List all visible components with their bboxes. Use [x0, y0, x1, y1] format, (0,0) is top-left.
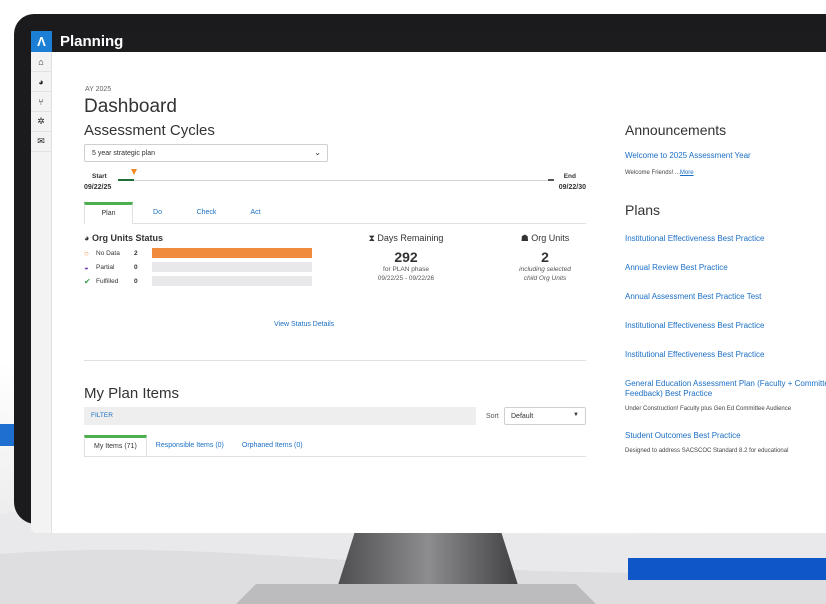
tab-act[interactable]: Act	[231, 202, 280, 223]
org-chart-icon: ☗	[520, 233, 529, 243]
phase-tabs: Plan Do Check Act	[84, 202, 586, 224]
sort-select-value: Default	[511, 413, 534, 420]
filter-bar[interactable]: FILTER	[84, 407, 476, 425]
plans-heading: Plans	[625, 202, 661, 218]
dashboard-gauge-icon: ◕	[84, 233, 90, 243]
timeline-progress	[118, 179, 134, 181]
view-status-details-link[interactable]: View Status Details	[274, 321, 334, 328]
main-content: AY 2025 Dashboard Assessment Cycles 5 ye…	[52, 52, 826, 533]
status-bar	[152, 248, 312, 258]
home-icon[interactable]: ⌂	[31, 52, 51, 72]
plan-link[interactable]: Institutional Effectiveness Best Practic…	[625, 234, 826, 244]
timeline-current-marker	[131, 169, 137, 175]
chevron-down-icon: ⌄	[314, 148, 321, 157]
timeline-end-cap	[548, 179, 554, 181]
announcement-link[interactable]: Welcome to 2025 Assessment Year	[625, 151, 826, 161]
left-accent-bar	[0, 424, 14, 446]
timeline-start-date: 09/22/25	[84, 184, 112, 191]
status-label: Fulfilled	[96, 277, 119, 285]
plan-description: Designed to address SACSCOC Standard 8.2…	[625, 448, 789, 454]
cycle-timeline: Start 09/22/25 End 09/22/30	[84, 169, 586, 200]
days-remaining-card: ⧗ Days Remaining 292 for PLAN phase 09/2…	[355, 233, 457, 283]
plan-link[interactable]: General Education Assessment Plan (Facul…	[625, 379, 826, 399]
status-count: 0	[134, 277, 138, 285]
org-units-status: ◕ Org Units Status ○ No Data 2 ◒ Partial…	[84, 233, 324, 288]
org-units-card: ☗ Org Units 2 including selected child O…	[500, 233, 590, 283]
promo-blue-bar	[628, 558, 826, 580]
timeline-start-label: Start	[92, 173, 107, 180]
cycle-select-value: 5 year strategic plan	[92, 149, 156, 157]
announcement-text: Welcome Friends! ...More	[625, 170, 694, 176]
half-circle-icon: ◒	[84, 262, 89, 272]
days-remaining-range: 09/22/25 - 09/22/26	[377, 275, 435, 282]
sort-label: Sort	[486, 413, 499, 420]
tab-plan[interactable]: Plan	[84, 202, 133, 224]
section-divider	[84, 360, 586, 361]
sort-select[interactable]: Default ▼	[504, 407, 586, 425]
app-screen: Λ Planning ⌂ ◕ ⑂ ✲ ✉ AY 2025 Dashboard A…	[31, 31, 826, 533]
top-bar: Λ Planning	[31, 31, 826, 52]
days-remaining-value: 292	[394, 249, 418, 265]
timeline-end-label: End	[563, 173, 576, 180]
circle-outline-icon: ○	[84, 248, 89, 258]
org-units-value: 2	[541, 249, 549, 265]
hierarchy-icon[interactable]: ⑂	[31, 92, 51, 112]
timeline-track	[118, 180, 554, 181]
timeline-end-date: 09/22/30	[558, 184, 586, 191]
app-logo[interactable]: Λ	[31, 31, 52, 52]
monitor-stand-base	[236, 584, 596, 604]
tab-do[interactable]: Do	[133, 202, 182, 223]
dashboard-icon[interactable]: ◕	[31, 72, 51, 92]
plan-description: Under Construction! Faculty plus Gen Ed …	[625, 406, 792, 412]
assessment-cycles-heading: Assessment Cycles	[84, 122, 215, 139]
gear-icon[interactable]: ✲	[31, 112, 51, 132]
tab-my-items[interactable]: My Items (71)	[84, 435, 147, 456]
status-row-no-data: ○ No Data 2	[84, 246, 324, 260]
hourglass-icon: ⧗	[368, 233, 375, 243]
cycle-select[interactable]: 5 year strategic plan ⌄	[84, 144, 328, 162]
status-bar	[152, 276, 312, 286]
status-label: Partial	[96, 263, 115, 271]
org-units-sub1: including selected	[519, 266, 571, 273]
caret-down-icon: ▼	[573, 412, 579, 418]
status-count: 0	[134, 263, 138, 271]
tab-check[interactable]: Check	[182, 202, 231, 223]
academic-year-label: AY 2025	[85, 86, 112, 93]
announcement-more-link[interactable]: More	[680, 170, 694, 176]
app-title: Planning	[60, 33, 124, 50]
tab-orphaned-items[interactable]: Orphaned Items (0)	[233, 435, 312, 456]
plan-item-tabs: My Items (71) Responsible Items (0) Orph…	[84, 435, 586, 457]
plan-link[interactable]: Annual Review Best Practice	[625, 263, 826, 273]
status-bar-fill	[152, 248, 312, 258]
check-circle-icon: ✔	[84, 276, 91, 286]
plan-link[interactable]: Annual Assessment Best Practice Test	[625, 292, 826, 302]
status-bar	[152, 262, 312, 272]
plan-link[interactable]: Institutional Effectiveness Best Practic…	[625, 321, 826, 331]
plan-link[interactable]: Student Outcomes Best Practice	[625, 431, 826, 441]
announcements-heading: Announcements	[625, 122, 727, 138]
org-status-heading: Org Units Status	[91, 233, 163, 243]
inbox-icon[interactable]: ✉	[31, 132, 51, 152]
days-remaining-phase: for PLAN phase	[383, 266, 429, 273]
my-plan-items-heading: My Plan Items	[84, 385, 180, 402]
page-title: Dashboard	[84, 96, 177, 117]
org-units-sub2: child Org Units	[523, 275, 567, 282]
status-row-partial: ◒ Partial 0	[84, 260, 324, 274]
announcement-snippet: Welcome Friends! ...	[625, 170, 680, 176]
plan-link[interactable]: Institutional Effectiveness Best Practic…	[625, 350, 826, 360]
status-count: 2	[134, 249, 138, 257]
status-row-fulfilled: ✔ Fulfilled 0	[84, 274, 324, 288]
status-label: No Data	[96, 249, 120, 257]
tab-responsible-items[interactable]: Responsible Items (0)	[147, 435, 233, 456]
monitor-frame: Λ Planning ⌂ ◕ ⑂ ✲ ✉ AY 2025 Dashboard A…	[14, 14, 826, 533]
days-remaining-heading: Days Remaining	[377, 233, 444, 243]
org-units-heading: Org Units	[531, 233, 570, 243]
side-nav: ⌂ ◕ ⑂ ✲ ✉	[31, 52, 52, 533]
